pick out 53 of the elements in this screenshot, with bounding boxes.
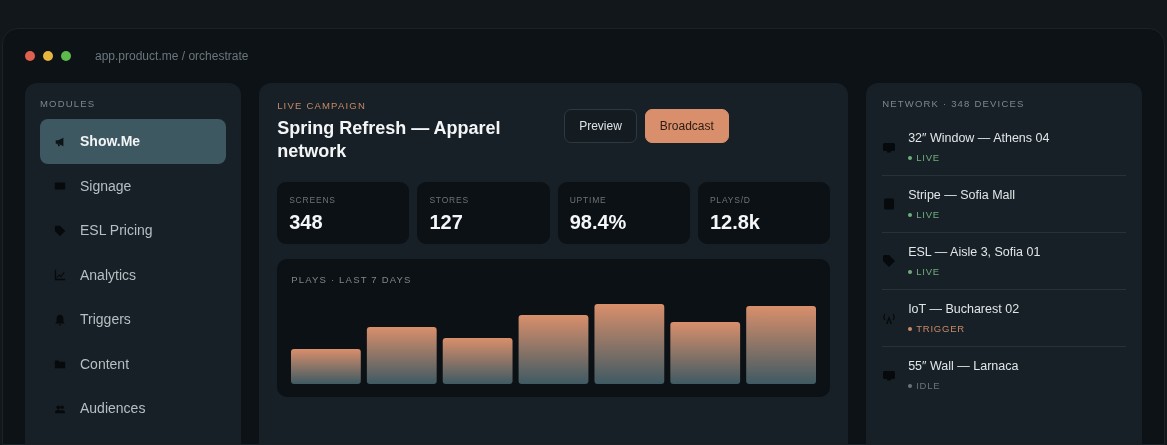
chart-bar [367,326,437,384]
device-name: Stripe — Sofia Mall [908,187,1016,205]
window-control-dot[interactable] [61,51,71,61]
chart-title: PLAYS · LAST 7 DAYS [291,273,413,288]
stat-value: 348 [289,210,324,234]
megaphone-icon [54,135,66,148]
bell-icon [54,313,66,326]
sidebar-heading: MODULES [40,97,97,111]
device-status: IDLE [916,379,941,393]
stat-label: STORES [429,194,470,207]
device-status: LIVE [916,208,940,222]
screen-icon [54,180,66,192]
sidebar-item[interactable]: ESL Pricing [40,208,227,253]
stat-label: PLAYS/D [709,194,752,207]
device-name: 32″ Window — Athens 04 [908,130,1050,148]
window-control-dot[interactable] [43,51,53,61]
chart-bar [291,348,361,384]
sidebar-item[interactable]: Analytics [40,252,227,298]
tag-icon [882,254,897,269]
stat-value: 98.4% [569,210,628,234]
folder-icon [54,358,66,370]
window-control-dot[interactable] [25,51,35,61]
sidebar-item[interactable]: Show.Me [40,119,227,164]
chart-bar [518,314,589,384]
sidebar-item[interactable]: Triggers [40,297,227,342]
tag-icon [54,224,66,237]
address-text: app.product.me / orchestrate [95,48,249,65]
preview-button[interactable]: Preview [564,109,637,143]
device-name: ESL — Aisle 3, Sofia 01 [908,244,1041,262]
device-name: 55″ Wall — Larnaca [908,358,1019,376]
broadcast-button[interactable]: Broadcast [644,109,729,143]
antenna-icon [882,311,897,326]
device-status: LIVE [916,151,940,165]
sidebar-item[interactable]: Audiences [40,386,227,431]
stat-label: SCREENS [289,194,337,207]
tablet-icon [882,197,897,212]
device-status: LIVE [916,265,940,279]
chart-bar [670,321,741,384]
campaign-eyebrow: LIVE CAMPAIGN [277,99,367,113]
device-name: IoT — Bucharest 02 [908,301,1020,319]
chart-icon [54,269,66,281]
display-icon [882,140,897,155]
display-icon [882,368,897,383]
people-icon [54,402,66,415]
sidebar-item[interactable]: Content [40,341,227,387]
chart-bar [442,337,513,384]
device-status: TRIGGER [916,322,966,336]
network-heading: NETWORK · 348 DEVICES [882,97,1026,111]
stat-value: 12.8k [709,210,761,234]
stat-label: UPTIME [569,194,608,207]
stat-value: 127 [429,210,464,234]
campaign-title: Spring Refresh — Apparel network [277,117,502,164]
sidebar-item[interactable]: Signage [40,163,227,209]
